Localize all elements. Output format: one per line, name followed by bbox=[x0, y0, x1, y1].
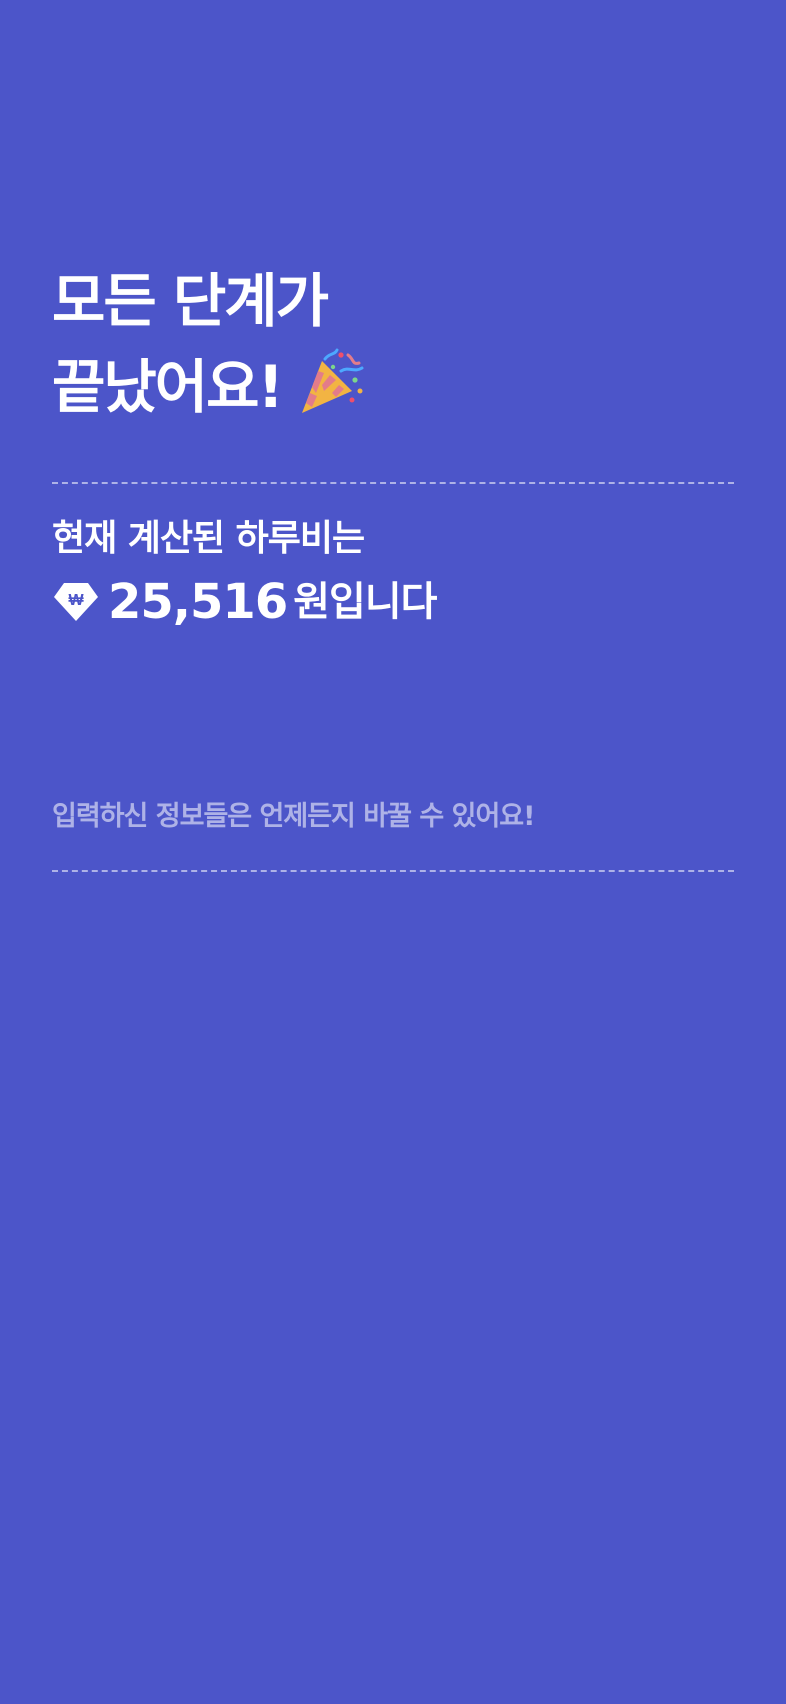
svg-text:₩: ₩ bbox=[68, 592, 84, 609]
page-title: 모든 단계가 끝났어요! bbox=[52, 258, 734, 430]
title-line-2: 끝났어요! bbox=[52, 344, 734, 430]
daily-fee-unit: 원입니다 bbox=[293, 579, 437, 625]
top-dashed-divider bbox=[52, 482, 734, 484]
won-diamond-icon: ₩ bbox=[52, 581, 100, 623]
completion-screen: 모든 단계가 끝났어요! 현재 계산된 하루비는 ₩ 25,516 원입니다 입… bbox=[0, 0, 786, 1704]
title-line-1: 모든 단계가 bbox=[52, 258, 734, 344]
daily-fee-amount-row: ₩ 25,516 원입니다 bbox=[52, 572, 437, 632]
title-line-1-text: 모든 단계가 bbox=[52, 267, 329, 335]
bottom-dashed-divider bbox=[52, 870, 734, 872]
party-popper-icon bbox=[294, 347, 366, 419]
title-line-2-text: 끝났어요! bbox=[52, 353, 284, 421]
editable-info-notice: 입력하신 정보들은 언제든지 바꿀 수 있어요! bbox=[52, 801, 535, 832]
daily-fee-label: 현재 계산된 하루비는 bbox=[52, 518, 365, 559]
daily-fee-value: 25,516 bbox=[108, 574, 288, 630]
